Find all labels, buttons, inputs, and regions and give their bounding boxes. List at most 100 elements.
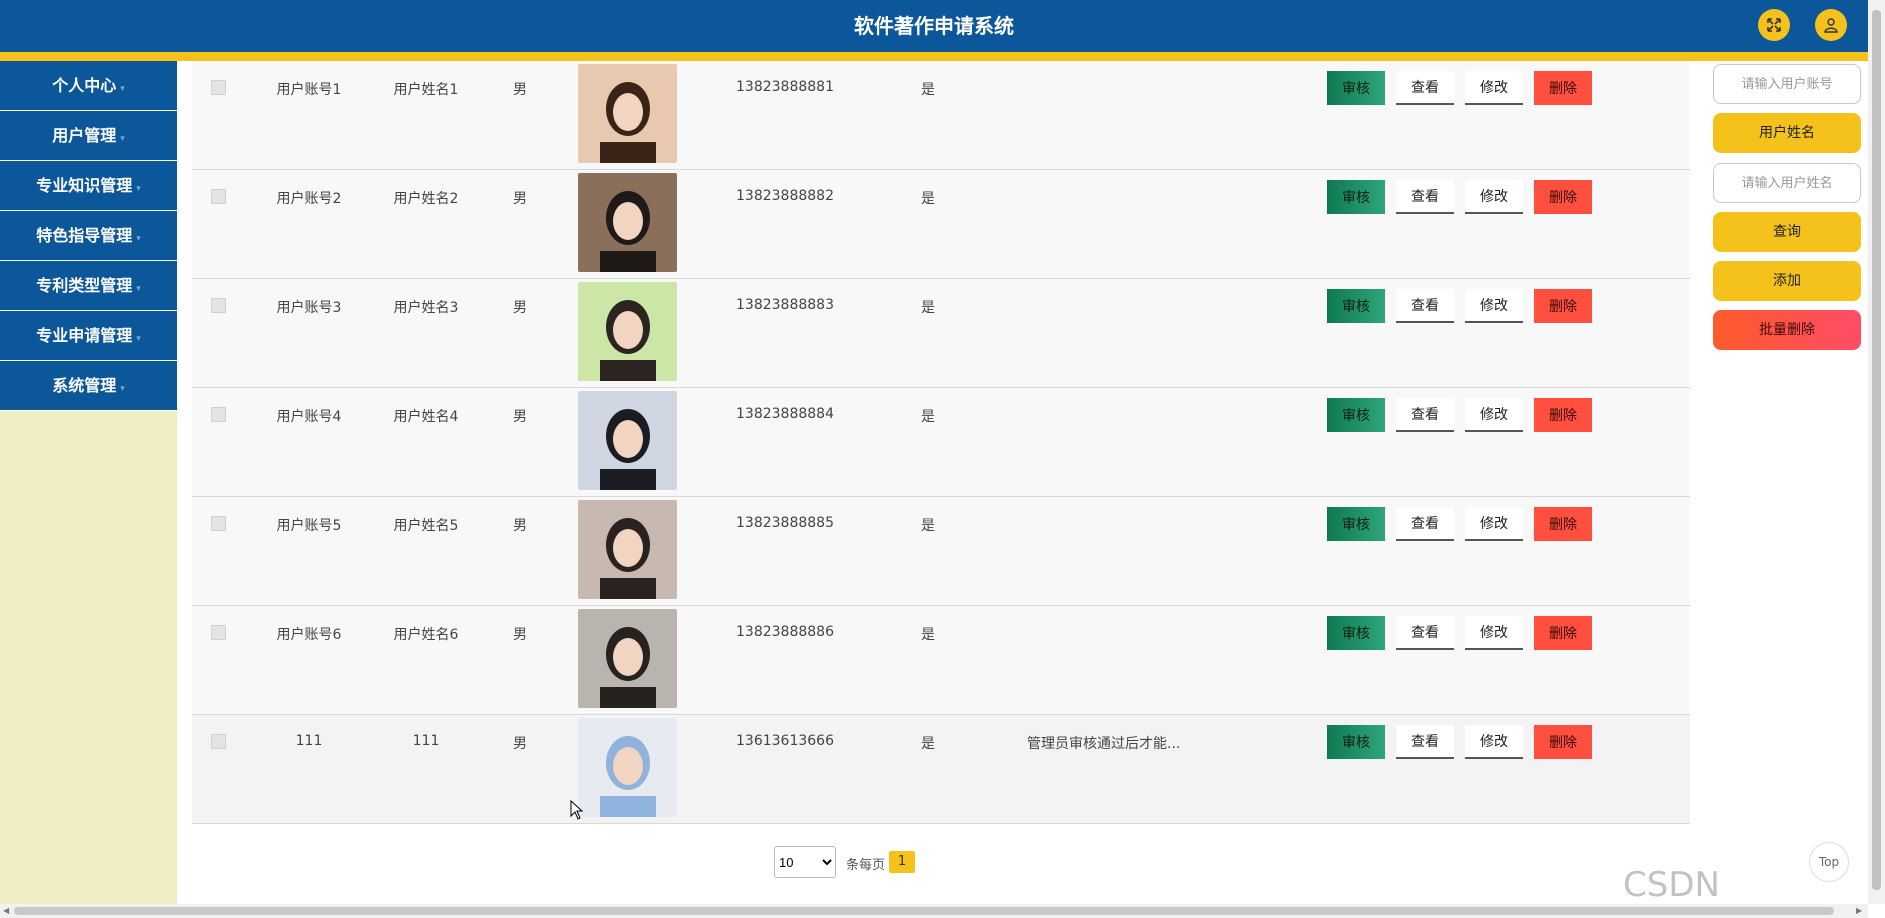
user-gender: 男 — [513, 191, 527, 207]
horizontal-scrollbar[interactable]: ◀ ▶ — [0, 904, 1868, 918]
delete-button[interactable]: 删除 — [1534, 616, 1592, 650]
audit-button[interactable]: 审核 — [1327, 180, 1385, 214]
user-account: 用户账号6 — [276, 627, 342, 643]
delete-button[interactable]: 删除 — [1534, 289, 1592, 323]
edit-button[interactable]: 修改 — [1465, 289, 1523, 323]
edit-button[interactable]: 修改 — [1465, 398, 1523, 432]
user-icon — [1824, 18, 1838, 33]
user-phone: 13823888883 — [736, 297, 834, 313]
name-filter-label: 用户姓名 — [1713, 113, 1861, 153]
row-checkbox[interactable] — [211, 80, 226, 95]
audit-button[interactable]: 审核 — [1327, 71, 1385, 105]
table-row: 用户账号1 用户姓名1 男 13823888881 是 审核 查看 修改 删除 — [192, 61, 1690, 170]
fullscreen-button[interactable] — [1758, 9, 1790, 41]
page-size-select[interactable]: 10 — [774, 846, 836, 878]
vertical-scrollbar[interactable] — [1868, 0, 1885, 904]
edit-button[interactable]: 修改 — [1465, 725, 1523, 759]
scroll-right-icon[interactable]: ▶ — [1856, 906, 1862, 915]
table-row: 用户账号4 用户姓名4 男 13823888884 是 审核 查看 修改 删除 — [192, 388, 1690, 497]
view-button[interactable]: 查看 — [1396, 616, 1454, 650]
chevron-down-icon: ▾ — [136, 284, 141, 294]
audit-button[interactable]: 审核 — [1327, 398, 1385, 432]
user-phone: 13823888881 — [736, 79, 834, 95]
view-button[interactable]: 查看 — [1396, 725, 1454, 759]
page-title: 软件著作申请系统 — [854, 14, 1014, 38]
batch-delete-button[interactable]: 批量删除 — [1713, 310, 1861, 350]
user-approved-flag: 是 — [921, 191, 935, 207]
user-button[interactable] — [1815, 9, 1847, 41]
delete-button[interactable]: 删除 — [1534, 725, 1592, 759]
row-checkbox[interactable] — [211, 298, 226, 313]
chevron-down-icon: ▾ — [120, 84, 125, 94]
name-search-input[interactable]: 请输入用户姓名 — [1713, 163, 1861, 203]
sidebar: 个人中心 ▾ 用户管理 ▾ 专业知识管理 ▾ 特色指导管理 ▾ 专利类型管理 ▾ 专业申请… — [0, 61, 177, 904]
user-photo — [578, 282, 677, 381]
page-number-current[interactable]: 1 — [889, 851, 915, 873]
user-phone: 13613613666 — [736, 733, 834, 749]
edit-button[interactable]: 修改 — [1465, 616, 1523, 650]
user-name: 111 — [412, 733, 440, 749]
edit-button[interactable]: 修改 — [1465, 507, 1523, 541]
delete-button[interactable]: 删除 — [1534, 180, 1592, 214]
edit-button[interactable]: 修改 — [1465, 180, 1523, 214]
chevron-down-icon: ▾ — [136, 234, 141, 244]
view-button[interactable]: 查看 — [1396, 180, 1454, 214]
user-approved-flag: 是 — [921, 300, 935, 316]
user-photo — [578, 391, 677, 490]
row-checkbox[interactable] — [211, 189, 226, 204]
sidebar-item-label: 专业申请管理 — [36, 326, 133, 345]
delete-button[interactable]: 删除 — [1534, 71, 1592, 105]
audit-button[interactable]: 审核 — [1327, 507, 1385, 541]
table-row: 111 111 男 13613613666 是 管理员审核通过后才能... 审核… — [192, 715, 1690, 824]
row-checkbox[interactable] — [211, 516, 226, 531]
vertical-scrollbar-thumb[interactable] — [1872, 10, 1881, 890]
sidebar-item-label: 专业知识管理 — [36, 176, 133, 195]
sidebar-item-user-management[interactable]: 用户管理 ▾ — [0, 111, 177, 161]
table-row: 用户账号6 用户姓名6 男 13823888886 是 审核 查看 修改 删除 — [192, 606, 1690, 715]
sidebar-item-personal-center[interactable]: 个人中心 ▾ — [0, 61, 177, 111]
edit-button[interactable]: 修改 — [1465, 71, 1523, 105]
account-search-input[interactable]: 请输入用户账号 — [1713, 64, 1861, 104]
audit-button[interactable]: 审核 — [1327, 616, 1385, 650]
table-row: 用户账号5 用户姓名5 男 13823888885 是 审核 查看 修改 删除 — [192, 497, 1690, 606]
horizontal-scrollbar-thumb[interactable] — [14, 907, 1834, 915]
user-account: 用户账号1 — [276, 82, 342, 98]
query-button[interactable]: 查询 — [1713, 212, 1861, 252]
sidebar-item-system-management[interactable]: 系统管理 ▾ — [0, 361, 177, 411]
view-button[interactable]: 查看 — [1396, 507, 1454, 541]
add-button[interactable]: 添加 — [1713, 261, 1861, 301]
pagination: 10 条每页 1 — [177, 846, 1690, 878]
per-page-label: 条每页 — [846, 858, 886, 873]
sidebar-item-label: 系统管理 — [52, 376, 117, 395]
audit-button[interactable]: 审核 — [1327, 289, 1385, 323]
sidebar-item-label: 个人中心 — [52, 76, 117, 95]
delete-button[interactable]: 删除 — [1534, 507, 1592, 541]
user-name: 用户姓名1 — [393, 82, 459, 98]
user-account: 用户账号5 — [276, 518, 342, 534]
user-gender: 男 — [513, 82, 527, 98]
user-gender: 男 — [513, 518, 527, 534]
view-button[interactable]: 查看 — [1396, 398, 1454, 432]
user-photo — [578, 64, 677, 163]
row-checkbox[interactable] — [211, 407, 226, 422]
sidebar-item-label: 特色指导管理 — [36, 226, 133, 245]
sidebar-item-patent-type-management[interactable]: 专利类型管理 ▾ — [0, 261, 177, 311]
delete-button[interactable]: 删除 — [1534, 398, 1592, 432]
row-checkbox[interactable] — [211, 734, 226, 749]
expand-icon — [1767, 18, 1781, 32]
view-button[interactable]: 查看 — [1396, 289, 1454, 323]
table-row: 用户账号3 用户姓名3 男 13823888883 是 审核 查看 修改 删除 — [192, 279, 1690, 388]
row-checkbox[interactable] — [211, 625, 226, 640]
sidebar-item-knowledge-management[interactable]: 专业知识管理 ▾ — [0, 161, 177, 211]
user-account: 用户账号4 — [276, 409, 342, 425]
chevron-down-icon: ▾ — [136, 334, 141, 344]
chevron-down-icon: ▾ — [136, 184, 141, 194]
view-button[interactable]: 查看 — [1396, 71, 1454, 105]
audit-button[interactable]: 审核 — [1327, 725, 1385, 759]
user-photo — [578, 718, 677, 817]
sidebar-item-guidance-management[interactable]: 特色指导管理 ▾ — [0, 211, 177, 261]
scroll-left-icon[interactable]: ◀ — [3, 906, 9, 915]
chevron-down-icon: ▾ — [120, 134, 125, 144]
user-gender: 男 — [513, 736, 527, 752]
sidebar-item-application-management[interactable]: 专业申请管理 ▾ — [0, 311, 177, 361]
